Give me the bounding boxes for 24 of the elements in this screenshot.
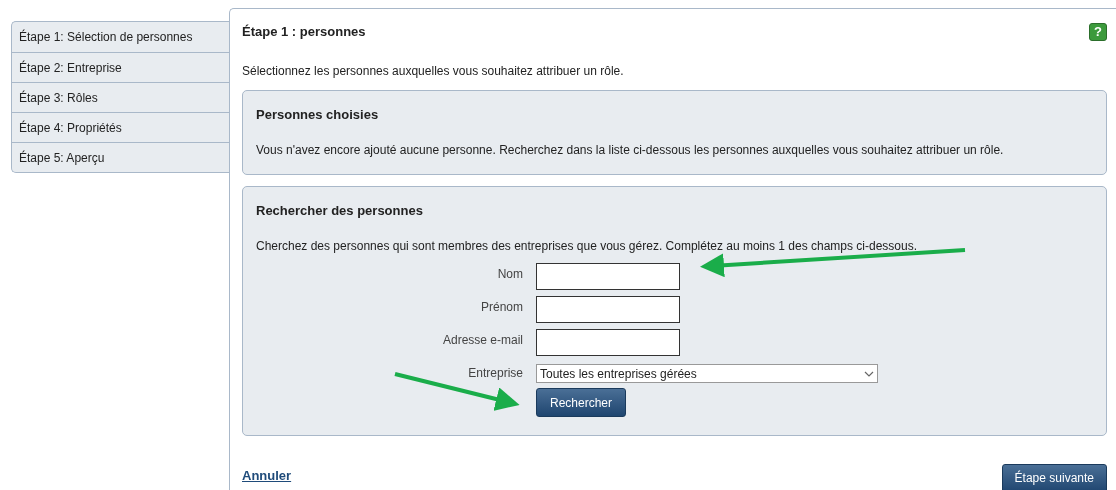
input-field[interactable] [536, 329, 680, 356]
step-item[interactable]: Étape 4: Propriétés [12, 112, 229, 142]
step-item[interactable]: Étape 3: Rôles [12, 82, 229, 112]
field-label: Adresse e-mail [441, 332, 523, 349]
step-item[interactable]: Étape 5: Aperçu [12, 142, 229, 172]
help-button[interactable]: ? [1089, 22, 1107, 41]
input-field[interactable] [536, 263, 680, 290]
company-select[interactable]: Toutes les entreprises gérées [536, 364, 878, 383]
search-button[interactable]: Rechercher [536, 388, 627, 417]
field-label: Entreprise [467, 365, 523, 382]
panel-heading: Personnes choisies [256, 105, 380, 124]
step-item[interactable]: Étape 1: Sélection de personnes [12, 22, 229, 52]
intro-text: Sélectionnez les personnes auxquelles vous souhaitez attribuer un rôle. [242, 62, 625, 80]
field-label: Prénom [479, 299, 523, 316]
input-field[interactable] [536, 296, 680, 323]
next-step-button[interactable]: Étape suivante [1001, 463, 1107, 490]
panel-heading: Rechercher des personnes [256, 201, 424, 220]
cancel-link[interactable]: Annuler [242, 466, 292, 486]
page-title: Étape 1 : personnes [242, 23, 366, 41]
panel-text: Cherchez des personnes qui sont membres des entreprises que vous gérez. Complétez au moins 1 des champs ci-dessous. [256, 238, 918, 255]
chevron-down-icon [864, 370, 874, 377]
field-label: Nom [496, 266, 523, 283]
panel-text: Vous n'avez encore ajouté aucune personne. Recherchez dans la liste ci-dessous les personnes auxquelles vous souhaitez attribuer un rôle. [256, 142, 1005, 159]
step-item[interactable]: Étape 2: Entreprise [12, 52, 229, 82]
